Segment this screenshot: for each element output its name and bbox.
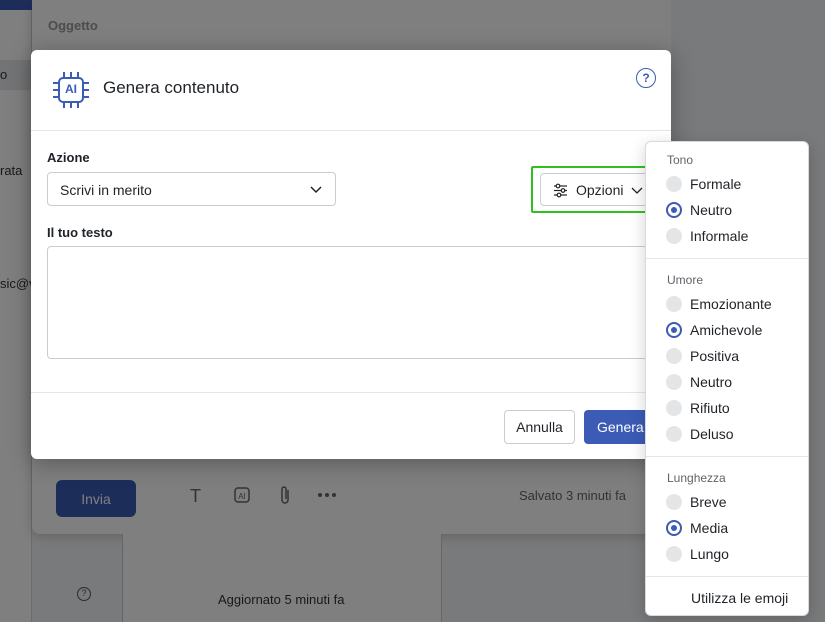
text-input[interactable] bbox=[47, 246, 657, 359]
group-label-mood: Umore bbox=[667, 273, 704, 287]
radio-label: Positiva bbox=[690, 348, 740, 364]
help-icon[interactable]: ? bbox=[636, 68, 656, 88]
divider bbox=[646, 456, 808, 457]
radio-button[interactable] bbox=[666, 494, 682, 510]
ai-chip-label: AI bbox=[65, 82, 77, 96]
sliders-icon bbox=[554, 183, 567, 198]
group-label-tone: Tono bbox=[667, 153, 694, 167]
radio-option[interactable]: Positiva bbox=[666, 346, 739, 366]
radio-button[interactable] bbox=[666, 176, 682, 192]
radio-label: Media bbox=[690, 520, 729, 536]
radio-option[interactable]: Amichevole bbox=[666, 320, 762, 340]
chevron-down-icon bbox=[631, 187, 643, 194]
radio-button[interactable] bbox=[666, 348, 682, 364]
radio-label: Breve bbox=[690, 494, 727, 510]
radio-button[interactable] bbox=[666, 202, 682, 218]
dialog-title: Genera contenuto bbox=[103, 78, 240, 97]
options-dropdown: Tono Formale Neutro Informale Umore Emoz… bbox=[645, 141, 809, 616]
radio-option[interactable]: Emozionante bbox=[666, 294, 772, 314]
action-label: Azione bbox=[47, 150, 90, 165]
radio-option[interactable]: Formale bbox=[666, 174, 741, 194]
ai-chip-icon: AI bbox=[51, 70, 91, 110]
radio-option[interactable]: Media bbox=[666, 518, 728, 538]
radio-option[interactable]: Breve bbox=[666, 492, 727, 512]
options-button-label: Opzioni bbox=[576, 182, 624, 198]
divider bbox=[646, 258, 808, 259]
radio-label: Rifiuto bbox=[690, 400, 730, 416]
radio-option[interactable]: Deluso bbox=[666, 424, 734, 444]
radio-button[interactable] bbox=[666, 296, 682, 312]
radio-option[interactable]: Informale bbox=[666, 226, 748, 246]
generate-content-dialog: AI Genera contenuto ? Azione Scrivi in m… bbox=[31, 50, 671, 459]
radio-button[interactable] bbox=[666, 228, 682, 244]
use-emoji-option[interactable]: Utilizza le emoji bbox=[691, 590, 788, 606]
dialog-header: AI Genera contenuto ? bbox=[31, 50, 671, 131]
radio-label: Neutro bbox=[690, 202, 733, 218]
radio-label: Deluso bbox=[690, 426, 734, 442]
radio-label: Informale bbox=[690, 228, 749, 244]
radio-button[interactable] bbox=[666, 426, 682, 442]
radio-label: Lungo bbox=[690, 546, 729, 562]
radio-button[interactable] bbox=[666, 400, 682, 416]
radio-label: Emozionante bbox=[690, 296, 772, 312]
radio-button[interactable] bbox=[666, 374, 682, 390]
dialog-footer: Annulla Genera bbox=[31, 392, 671, 459]
radio-option[interactable]: Neutro bbox=[666, 200, 732, 220]
divider bbox=[646, 576, 808, 577]
radio-button[interactable] bbox=[666, 520, 682, 536]
group-label-length: Lunghezza bbox=[667, 471, 726, 485]
text-label: Il tuo testo bbox=[47, 225, 113, 240]
radio-button[interactable] bbox=[666, 546, 682, 562]
radio-button[interactable] bbox=[666, 322, 682, 338]
radio-option[interactable]: Rifiuto bbox=[666, 398, 730, 418]
options-button[interactable]: Opzioni bbox=[540, 173, 650, 206]
radio-label: Amichevole bbox=[690, 322, 763, 338]
action-select[interactable]: Scrivi in merito bbox=[47, 172, 336, 206]
cancel-button[interactable]: Annulla bbox=[504, 410, 575, 444]
radio-option[interactable]: Lungo bbox=[666, 544, 729, 564]
radio-label: Formale bbox=[690, 176, 742, 192]
action-select-value: Scrivi in merito bbox=[60, 182, 152, 198]
radio-label: Neutro bbox=[690, 374, 733, 390]
radio-option[interactable]: Neutro bbox=[666, 372, 732, 392]
chevron-down-icon bbox=[310, 186, 322, 194]
